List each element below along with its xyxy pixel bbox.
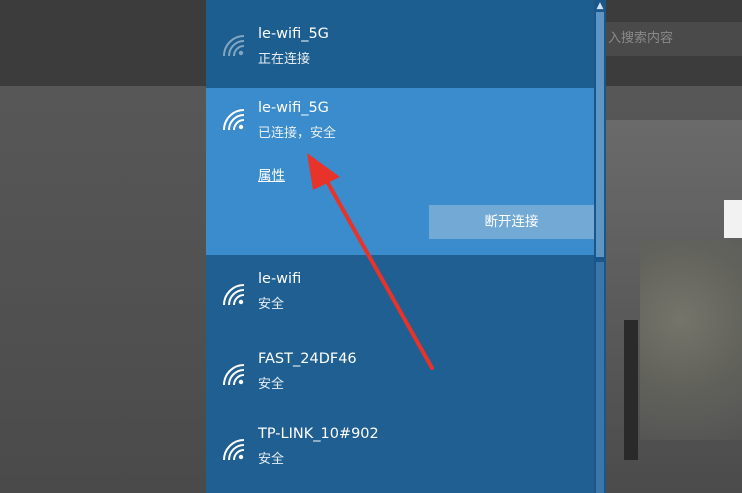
network-status: 安全 (258, 452, 285, 467)
network-ssid: le-wifi_5G (258, 100, 329, 116)
network-item-tp-link[interactable]: TP-LINK_10#902 安全 (206, 410, 594, 490)
network-item-le-wifi[interactable]: le-wifi 安全 (206, 255, 594, 335)
background-search-input: 入搜索内容 (598, 22, 742, 56)
wifi-signal-icon (220, 32, 248, 60)
network-flyout: le-wifi_5G 正在连接 le-wifi_5G 已连接，安全 属性 断开连… (206, 0, 606, 493)
wifi-signal-icon (220, 361, 248, 389)
network-item-connected[interactable]: le-wifi_5G 已连接，安全 属性 断开连接 (206, 88, 594, 255)
disconnect-button[interactable]: 断开连接 (429, 205, 594, 239)
network-ssid: le-wifi (258, 271, 302, 287)
scrollbar-thumb[interactable] (596, 12, 604, 257)
network-status: 正在连接 (258, 52, 311, 67)
background-side-tab (724, 200, 742, 238)
scroll-up-icon[interactable]: ▲ (594, 0, 606, 12)
background-image-object (624, 320, 638, 460)
background-image-plant (640, 240, 742, 440)
scrollbar[interactable]: ▲ (594, 0, 606, 493)
wifi-signal-icon (220, 281, 248, 309)
network-status: 安全 (258, 297, 285, 312)
network-status: 安全 (258, 377, 285, 392)
network-ssid: FAST_24DF46 (258, 351, 357, 367)
network-status: 已连接，安全 (258, 126, 337, 141)
properties-link[interactable]: 属性 (258, 164, 285, 184)
network-ssid: le-wifi_5G (258, 26, 329, 42)
wifi-signal-icon (220, 436, 248, 464)
scrollbar-track (596, 262, 604, 493)
network-ssid: TP-LINK_10#902 (258, 426, 379, 442)
network-item-connecting[interactable]: le-wifi_5G 正在连接 (206, 0, 594, 88)
wifi-signal-icon (220, 106, 248, 134)
network-item-fast[interactable]: FAST_24DF46 安全 (206, 335, 594, 415)
